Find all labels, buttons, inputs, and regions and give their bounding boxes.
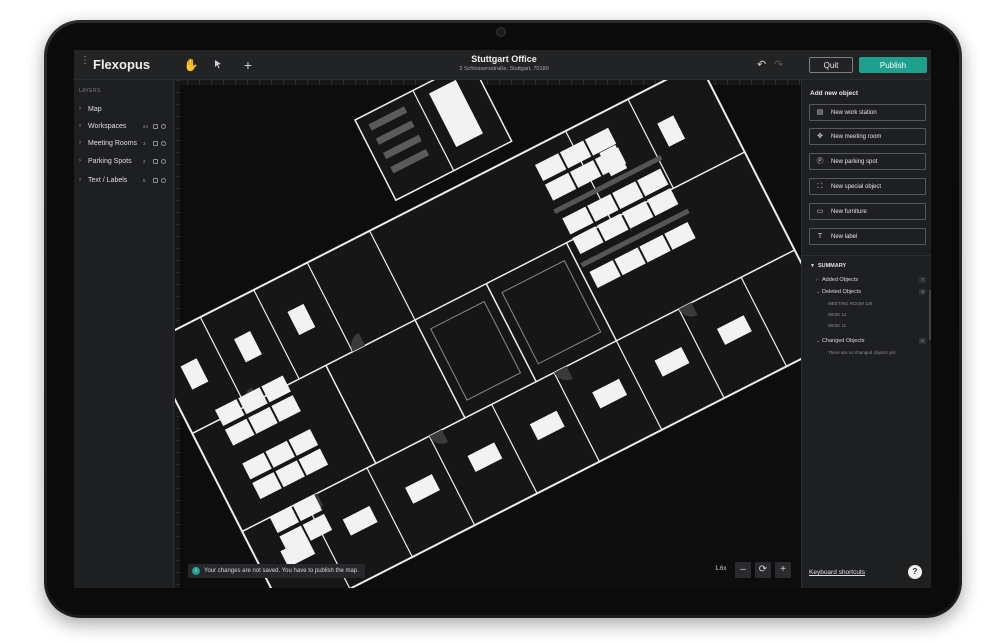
layer-parking-spots[interactable]: › Parking Spots 2 xyxy=(74,155,174,169)
chevron-down-icon: ▼ xyxy=(810,263,815,269)
zoom-level: 1.6x xyxy=(715,566,727,572)
publish-button[interactable]: Publish xyxy=(859,57,927,73)
undo-icon[interactable]: ↶ xyxy=(757,58,766,71)
summary-label: Added Objects xyxy=(822,277,859,283)
eye-icon[interactable] xyxy=(161,178,166,183)
added-count-badge: 7 xyxy=(919,277,926,283)
summary-added-objects[interactable]: › Added Objects xyxy=(816,277,859,283)
camera-icon xyxy=(496,27,506,37)
chevron-right-icon[interactable]: › xyxy=(79,158,81,164)
new-work-station-button[interactable]: ▤ New work station xyxy=(809,104,926,121)
eye-icon[interactable] xyxy=(161,124,166,129)
button-label: New work station xyxy=(831,109,877,116)
new-label-button[interactable]: T New label xyxy=(809,228,926,245)
menu-dots-icon[interactable]: ⋮ xyxy=(80,56,90,71)
layer-count: 5 xyxy=(143,178,146,183)
furniture-icon: ▭ xyxy=(816,208,824,215)
page-subtitle: 2 Schlossersstraße, Stuttgart, 70180 xyxy=(459,66,549,72)
info-icon: i xyxy=(192,567,200,575)
parking-icon: Ⓟ xyxy=(816,158,824,165)
chevron-right-icon[interactable]: › xyxy=(79,123,81,129)
button-label: New parking spot xyxy=(831,158,878,165)
chevron-right-icon[interactable]: › xyxy=(79,177,81,183)
special-object-icon: ⛶ xyxy=(817,183,823,190)
changed-count-badge: 0 xyxy=(919,338,926,344)
workstation-icon: ▤ xyxy=(816,109,824,116)
layer-count: 2 xyxy=(143,159,146,164)
toast-message: Your changes are not saved. You have to … xyxy=(204,568,359,574)
summary-label: Changed Objects xyxy=(822,338,865,344)
chevron-right-icon[interactable]: › xyxy=(79,106,81,112)
layers-panel: LAYERS › Map › Workspaces 24 › Meeting R… xyxy=(74,80,174,588)
lock-icon[interactable] xyxy=(153,124,158,129)
top-bar: ⋮ Flexopus ✋ + Stuttgart Office 2 Schlos… xyxy=(74,50,931,80)
summary-label: Deleted Objects xyxy=(822,289,862,295)
layer-workspaces[interactable]: › Workspaces 24 xyxy=(74,120,174,134)
lock-icon[interactable] xyxy=(153,159,158,164)
pointer-icon[interactable] xyxy=(210,57,226,73)
layer-text-labels[interactable]: › Text / Labels 5 xyxy=(74,174,174,188)
summary-changed-objects[interactable]: ⌄ Changed Objects xyxy=(816,338,865,344)
lock-icon[interactable] xyxy=(153,141,158,146)
button-label: New meeting room xyxy=(831,133,882,140)
app-logo: Flexopus xyxy=(93,57,151,72)
keyboard-shortcuts-link[interactable]: Keyboard shortcuts xyxy=(809,569,865,576)
layer-label: Workspaces xyxy=(88,123,127,130)
add-new-heading: Add new object xyxy=(810,90,859,97)
divider xyxy=(802,255,931,256)
floorplan-drawing[interactable] xyxy=(175,80,801,588)
layer-label: Parking Spots xyxy=(88,158,132,165)
eye-icon[interactable] xyxy=(161,159,166,164)
changed-note: There are no changed objects yet. xyxy=(828,350,897,355)
panel-scrollbar[interactable] xyxy=(929,290,931,340)
deleted-count-badge: 3 xyxy=(919,289,926,295)
button-label: New label xyxy=(831,233,858,240)
chevron-down-icon: ⌄ xyxy=(816,289,821,295)
help-chat-icon[interactable]: ? xyxy=(908,565,922,579)
chevron-right-icon[interactable]: › xyxy=(79,140,81,146)
location-header: Stuttgart Office 2 Schlossersstraße, Stu… xyxy=(404,54,604,72)
hand-icon[interactable]: ✋ xyxy=(183,57,199,73)
quit-button[interactable]: Quit xyxy=(809,57,853,73)
zoom-out-button[interactable]: – xyxy=(735,562,751,578)
layer-count: 24 xyxy=(143,124,149,129)
label-icon: T xyxy=(817,233,823,240)
new-furniture-button[interactable]: ▭ New furniture xyxy=(809,203,926,220)
summary-deleted-objects[interactable]: ⌄ Deleted Objects xyxy=(816,289,862,295)
layer-label: Map xyxy=(88,106,102,113)
chevron-down-icon: ⌄ xyxy=(816,338,821,344)
meeting-room-icon: ✥ xyxy=(817,133,823,140)
summary-heading[interactable]: ▼ SUMMARY xyxy=(810,263,846,269)
layer-count: 3 xyxy=(143,141,146,146)
deleted-item[interactable]: DESK 11 xyxy=(828,323,846,328)
app-screen: ⋮ Flexopus ✋ + Stuttgart Office 2 Schlos… xyxy=(74,50,931,588)
redo-icon[interactable]: ↷ xyxy=(774,58,783,71)
reset-zoom-button[interactable]: ⟳ xyxy=(755,562,771,578)
page-title: Stuttgart Office xyxy=(471,54,537,64)
button-label: New furniture xyxy=(831,208,867,215)
zoom-in-button[interactable]: + xyxy=(775,562,791,578)
plus-icon[interactable]: + xyxy=(240,57,256,73)
deleted-item[interactable]: DESK 12 xyxy=(828,312,847,317)
button-label: New special object xyxy=(831,183,882,190)
layer-meeting-rooms[interactable]: › Meeting Rooms 3 xyxy=(74,137,174,151)
chevron-right-icon: › xyxy=(816,277,818,283)
layer-label: Meeting Rooms xyxy=(88,140,138,147)
properties-panel: Add new object ▤ New work station ✥ New … xyxy=(801,80,931,588)
layer-label: Text / Labels xyxy=(88,177,128,184)
unsaved-changes-toast: i Your changes are not saved. You have t… xyxy=(188,564,365,578)
layers-heading: LAYERS xyxy=(79,88,101,94)
lock-icon[interactable] xyxy=(153,178,158,183)
new-meeting-room-button[interactable]: ✥ New meeting room xyxy=(809,128,926,145)
deleted-item[interactable]: MEETING ROOM 126 xyxy=(828,301,873,306)
layer-map[interactable]: › Map xyxy=(74,103,174,117)
new-special-object-button[interactable]: ⛶ New special object xyxy=(809,178,926,195)
new-parking-spot-button[interactable]: Ⓟ New parking spot xyxy=(809,153,926,170)
eye-icon[interactable] xyxy=(161,141,166,146)
floorplan-canvas[interactable]: i Your changes are not saved. You have t… xyxy=(175,80,801,588)
